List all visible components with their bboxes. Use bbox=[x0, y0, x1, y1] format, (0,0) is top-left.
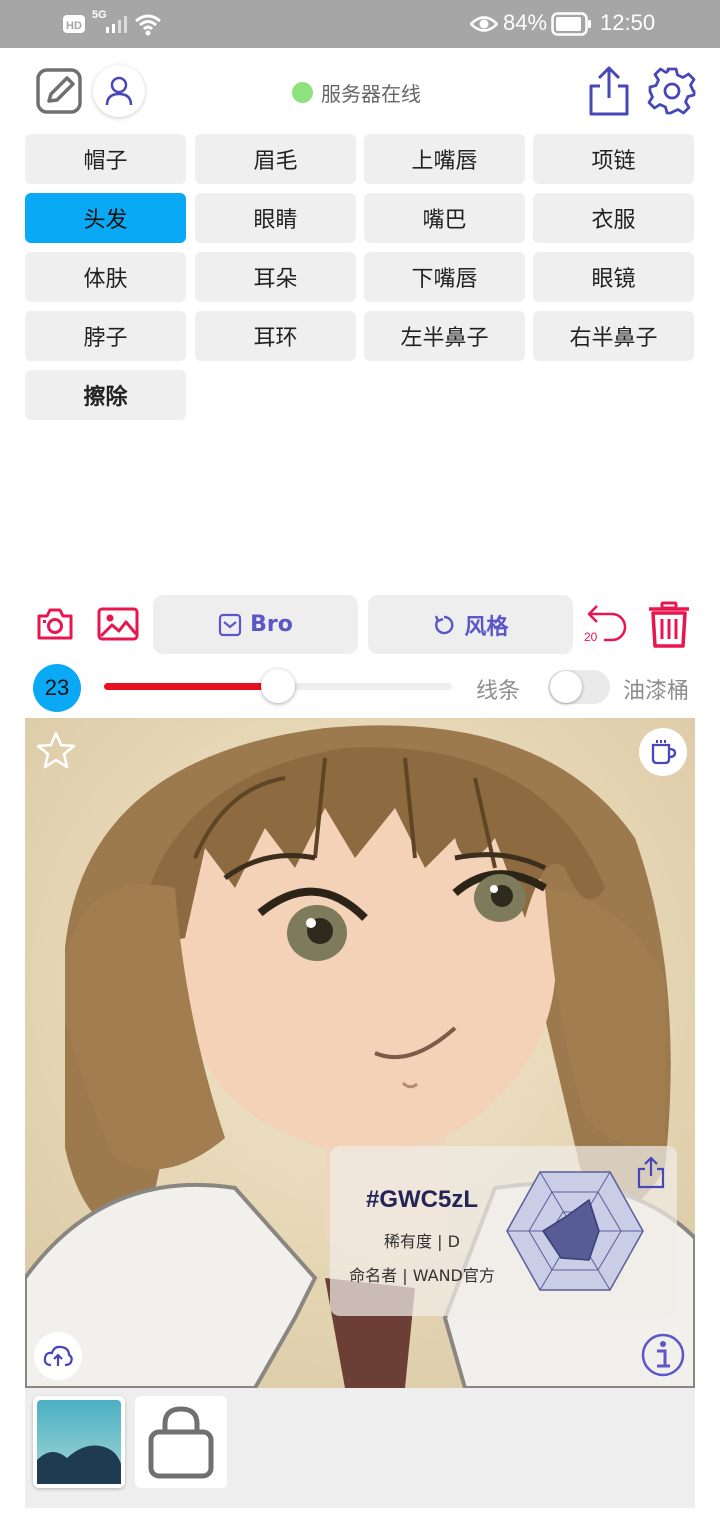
info-button[interactable] bbox=[640, 1332, 686, 1378]
trash-icon bbox=[649, 601, 689, 648]
coffee-button[interactable] bbox=[639, 728, 687, 776]
gallery-button[interactable] bbox=[97, 606, 139, 642]
edit-icon bbox=[36, 68, 82, 114]
radar-chart-icon bbox=[506, 1171, 644, 1291]
favorite-button[interactable] bbox=[36, 730, 76, 770]
info-icon bbox=[641, 1333, 685, 1377]
rotate-icon bbox=[435, 615, 454, 634]
delete-button[interactable] bbox=[646, 600, 692, 650]
category-button[interactable]: 耳环 bbox=[195, 311, 356, 361]
namer-text: 命名者 | WAND官方 bbox=[349, 1266, 495, 1285]
landscape-image bbox=[37, 1400, 121, 1484]
clock: 12:50 bbox=[600, 10, 656, 35]
status-bar: HD 5G 84% 12:50 bbox=[0, 0, 720, 48]
server-status: 服务器在线 bbox=[292, 78, 421, 107]
cloud-upload-icon bbox=[43, 1345, 73, 1367]
share-button[interactable] bbox=[586, 64, 632, 118]
category-button[interactable]: 左半鼻子 bbox=[364, 311, 525, 361]
edit-button[interactable] bbox=[36, 68, 82, 114]
drawing-canvas[interactable]: #GWC5zL 稀有度 | D 命名者 | WAND官方 bbox=[25, 718, 695, 1388]
category-button[interactable]: 衣服 bbox=[533, 193, 694, 243]
style-button[interactable]: 风格 bbox=[368, 595, 573, 654]
signal-icon bbox=[106, 16, 127, 33]
svg-text:HD: HD bbox=[66, 20, 82, 32]
user-icon bbox=[105, 76, 133, 106]
star-icon bbox=[36, 731, 76, 769]
bag-icon bbox=[148, 1406, 214, 1479]
slider-fill bbox=[104, 683, 278, 690]
settings-button[interactable] bbox=[647, 66, 697, 116]
eye-icon bbox=[470, 16, 498, 32]
share-icon bbox=[637, 1156, 665, 1189]
preset-label: Bro bbox=[250, 612, 293, 637]
category-button[interactable]: 头发 bbox=[25, 193, 186, 243]
category-button[interactable]: 上嘴唇 bbox=[364, 134, 525, 184]
toggle-knob bbox=[550, 671, 582, 703]
category-button[interactable]: 项链 bbox=[533, 134, 694, 184]
category-button[interactable]: 耳朵 bbox=[195, 252, 356, 302]
card-share-button[interactable] bbox=[635, 1154, 667, 1190]
line-mode-label: 线条 bbox=[476, 679, 521, 704]
hd-icon: HD bbox=[63, 15, 85, 33]
category-button[interactable]: 帽子 bbox=[25, 134, 186, 184]
category-button[interactable]: 擦除 bbox=[25, 370, 186, 420]
battery-icon bbox=[551, 12, 591, 36]
upload-button[interactable] bbox=[34, 1332, 82, 1380]
category-button[interactable]: 脖子 bbox=[25, 311, 186, 361]
bucket-label: 油漆桶 bbox=[623, 679, 690, 704]
profile-button[interactable] bbox=[93, 65, 145, 117]
slider-handle[interactable] bbox=[261, 669, 295, 703]
undo-button[interactable]: 20 bbox=[582, 602, 630, 648]
result-card: #GWC5zL 稀有度 | D 命名者 | WAND官方 bbox=[330, 1146, 677, 1316]
category-button[interactable]: 体肤 bbox=[25, 252, 186, 302]
landscape-thumbnail[interactable] bbox=[33, 1396, 125, 1488]
undo-count: 20 bbox=[584, 630, 598, 644]
style-label: 风格 bbox=[464, 614, 509, 640]
wifi-icon bbox=[135, 14, 161, 36]
store-thumbnail[interactable] bbox=[135, 1396, 227, 1488]
share-icon bbox=[589, 66, 629, 116]
camera-icon bbox=[37, 608, 73, 640]
rarity-text: 稀有度 | D bbox=[384, 1232, 460, 1251]
image-icon bbox=[97, 607, 139, 641]
thumbnail-strip bbox=[25, 1388, 695, 1508]
status-dot bbox=[292, 82, 313, 103]
preset-button[interactable]: Bro bbox=[153, 595, 358, 654]
camera-button[interactable] bbox=[36, 606, 74, 642]
category-button[interactable]: 眼镜 bbox=[533, 252, 694, 302]
gear-icon bbox=[647, 67, 696, 115]
category-button[interactable]: 眼睛 bbox=[195, 193, 356, 243]
battery-percent: 84% bbox=[503, 10, 548, 35]
result-code: #GWC5zL bbox=[365, 1186, 478, 1213]
brush-size-slider[interactable] bbox=[104, 669, 452, 703]
server-status-text: 服务器在线 bbox=[321, 82, 421, 106]
bucket-toggle[interactable] bbox=[548, 670, 610, 704]
category-button[interactable]: 眉毛 bbox=[195, 134, 356, 184]
coffee-icon bbox=[651, 740, 677, 765]
category-button[interactable]: 嘴巴 bbox=[364, 193, 525, 243]
checkbox-mail-icon bbox=[219, 613, 242, 636]
category-button[interactable]: 下嘴唇 bbox=[364, 252, 525, 302]
brush-size-badge: 23 bbox=[33, 664, 81, 712]
category-button[interactable]: 右半鼻子 bbox=[533, 311, 694, 361]
